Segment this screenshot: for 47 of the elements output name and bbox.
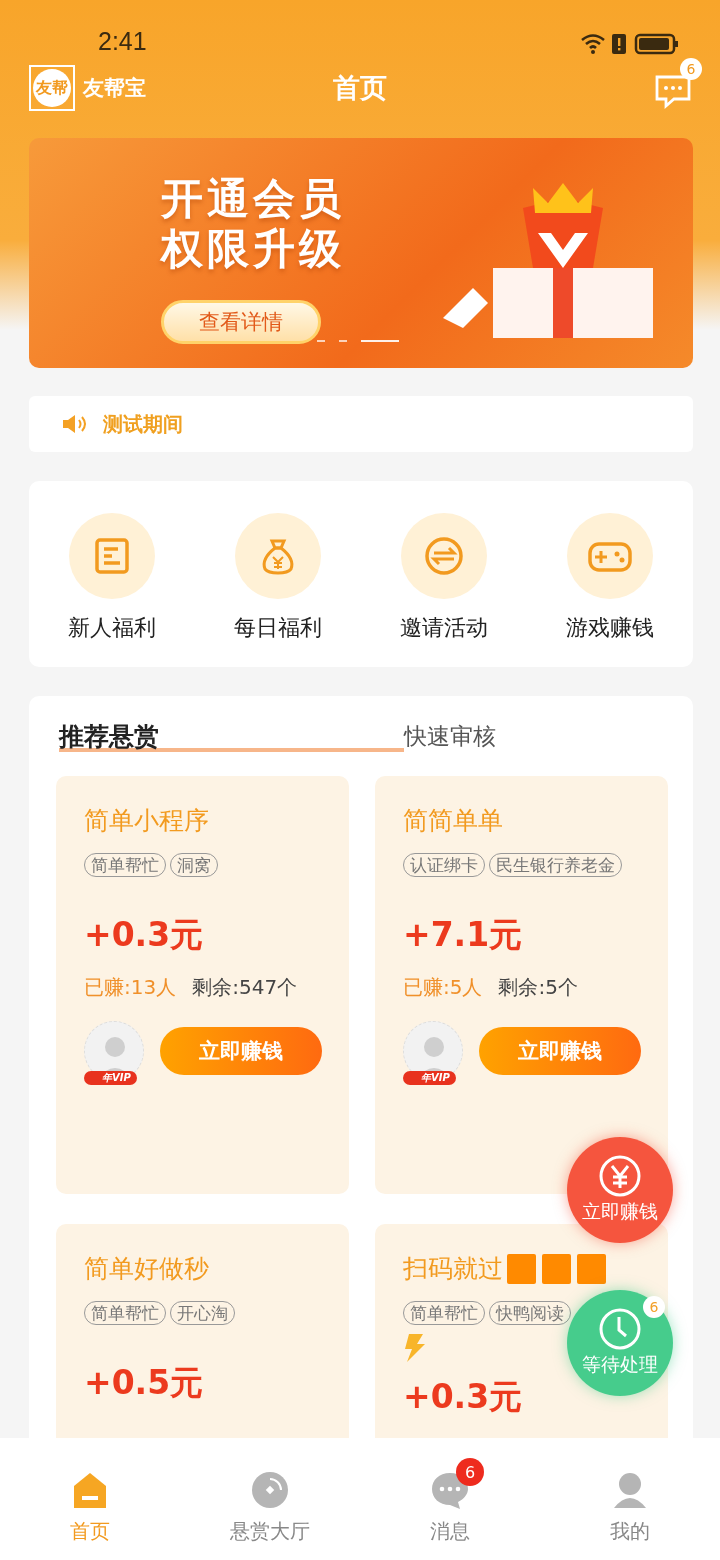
nav-badge: 6: [456, 1458, 484, 1486]
remaining-count: 剩余:547个: [192, 974, 298, 1001]
message-icon[interactable]: [654, 74, 692, 110]
app-name: 友帮宝: [83, 75, 146, 102]
membership-banner[interactable]: 开通会员 权限升级 查看详情: [29, 138, 693, 368]
page-title: 首页: [332, 71, 388, 105]
nav-tab[interactable]: 悬赏大厅: [180, 1438, 360, 1560]
vip-badge: 年VIP: [403, 1071, 456, 1085]
remaining-count: 剩余:5个: [498, 974, 578, 1001]
message-count-badge: 6: [680, 58, 702, 80]
task-reward: +0.3元: [403, 1376, 523, 1418]
task-title: 简单好做秒: [84, 1253, 209, 1285]
earn-now-button[interactable]: 立即赚钱: [160, 1027, 322, 1075]
nav-tab[interactable]: 首页: [0, 1438, 180, 1560]
quick-action[interactable]: 每日福利: [234, 513, 322, 667]
notice-text: 测试期间: [103, 410, 183, 438]
task-title: 扫码就过: [403, 1253, 503, 1285]
earned-count: 已赚:13人: [84, 974, 177, 1001]
compass-icon: [250, 1470, 290, 1510]
task-title: 简简单单: [403, 805, 503, 837]
speaker-icon: [61, 414, 87, 434]
quick-action[interactable]: 邀请活动: [400, 513, 488, 667]
status-time: 2:41: [98, 27, 147, 56]
nav-tab[interactable]: 消息 6: [360, 1438, 540, 1560]
task-reward: +0.3元: [84, 914, 204, 956]
task-reward: +0.5元: [84, 1362, 204, 1404]
earned-count: 已赚:5人: [403, 974, 483, 1001]
task-card[interactable]: 简单小程序 简单帮忙 洞窝 +0.3元 已赚:13人 剩余:547个 年VIP 立即赚钱: [56, 776, 349, 1194]
task-tab[interactable]: 快速审核: [404, 716, 544, 756]
task-title: 简单小程序: [84, 805, 209, 837]
task-card[interactable]: 简单好做秒 简单帮忙 开心淘 +0.5元: [56, 1224, 349, 1438]
pending-count-badge: 6: [643, 1296, 665, 1318]
banner-headline: 开通会员: [161, 174, 345, 224]
task-reward: +7.1元: [403, 914, 523, 956]
task-card[interactable]: 简简单单 认证绑卡 民生银行养老金 +7.1元 已赚:5人 剩余:5个 年VIP 立即赚钱: [375, 776, 668, 1194]
yuan-icon: [599, 1155, 641, 1197]
banner-headline: 权限升级: [161, 224, 345, 274]
view-details-button[interactable]: 查看详情: [161, 300, 321, 344]
quick-action[interactable]: 游戏赚钱: [566, 513, 654, 667]
document-icon: [92, 536, 132, 576]
exchange-icon: [423, 535, 465, 577]
logo-text: 友帮: [33, 69, 71, 107]
nav-tab[interactable]: 我的: [540, 1438, 720, 1560]
quick-action[interactable]: 新人福利: [68, 513, 156, 667]
clock-icon: [599, 1308, 641, 1350]
vip-badge: 年VIP: [84, 1071, 137, 1085]
earn-now-button[interactable]: 立即赚钱: [479, 1027, 641, 1075]
